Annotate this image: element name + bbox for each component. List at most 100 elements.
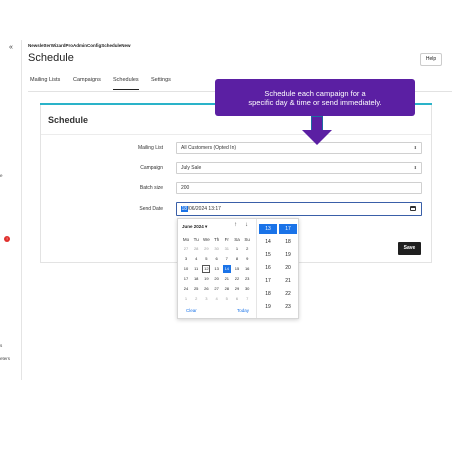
calendar-day[interactable]: 30	[213, 245, 221, 253]
breadcrumb: NewsletterWizardProAdminConfigScheduleNe…	[28, 43, 131, 48]
weekday-header: Fr	[224, 237, 229, 242]
campaign-select[interactable]: July Sale ⬍	[176, 162, 422, 174]
batch-size-input[interactable]: 200	[176, 182, 422, 194]
section-title: Schedule	[48, 115, 89, 125]
minute-option[interactable]: 20	[279, 263, 297, 273]
calendar-day[interactable]: 27	[182, 245, 190, 253]
hour-option[interactable]: 14	[259, 237, 277, 247]
send-date-input[interactable]: 18/06/2024 13:17	[176, 202, 422, 216]
calendar-day[interactable]: 24	[182, 285, 190, 293]
calendar-day[interactable]: 10	[182, 265, 190, 273]
calendar-day[interactable]: 25	[192, 285, 200, 293]
weekday-header: Su	[244, 237, 250, 242]
send-date-rest: /06/2024 13:17	[187, 206, 221, 212]
calendar-day[interactable]: 1	[182, 295, 190, 303]
calendar-day[interactable]: 12	[202, 265, 211, 273]
calendar-day[interactable]: 6	[213, 255, 221, 263]
help-button[interactable]: Help	[420, 53, 442, 66]
calendar-day[interactable]: 18	[192, 275, 200, 283]
calendar-day[interactable]: 17	[182, 275, 190, 283]
tab-settings[interactable]: Settings	[151, 77, 171, 89]
minute-option[interactable]: 22	[279, 289, 297, 299]
calendar-day[interactable]: 27	[213, 285, 221, 293]
save-button[interactable]: Save	[398, 242, 421, 255]
arrow-down-icon	[311, 116, 323, 130]
today-link[interactable]: Today	[237, 308, 249, 313]
minute-option[interactable]: 21	[279, 276, 297, 286]
arrow-down-icon-head	[302, 130, 332, 145]
calendar-day[interactable]: 2	[243, 245, 251, 253]
calendar-day[interactable]: 29	[233, 285, 241, 293]
minute-option[interactable]: 23	[279, 302, 297, 312]
calendar-day[interactable]: 7	[243, 295, 251, 303]
minute-option[interactable]: 18	[279, 237, 297, 247]
calendar-day[interactable]: 21	[223, 275, 231, 283]
chevrons-left-icon[interactable]: «	[9, 44, 13, 51]
hour-option[interactable]: 19	[259, 302, 277, 312]
hour-option[interactable]: 15	[259, 250, 277, 260]
hour-option[interactable]: 17	[259, 276, 277, 286]
calendar-day[interactable]: 1	[233, 245, 241, 253]
hour-option[interactable]: 18	[259, 289, 277, 299]
calendar-day[interactable]: 8	[233, 255, 241, 263]
calendar-day[interactable]: 30	[243, 285, 251, 293]
calendar-day[interactable]: 5	[202, 255, 210, 263]
weekday-header: We	[203, 237, 210, 242]
calendar-day[interactable]: 6	[233, 295, 241, 303]
arrow-up-icon[interactable]: ↑	[234, 222, 237, 228]
weekday-header: Tu	[193, 237, 199, 242]
mailing-list-value: All Customers (Opted In)	[181, 145, 237, 151]
sidebar-item-fragment[interactable]: eters	[0, 356, 10, 361]
calendar-day[interactable]: 29	[202, 245, 210, 253]
month-year-select[interactable]: June 2024 ▾	[182, 224, 207, 230]
clear-link[interactable]: Clear	[186, 308, 197, 313]
calendar-day[interactable]: 7	[223, 255, 231, 263]
calendar-day[interactable]: 15	[233, 265, 241, 273]
tab-mailing-lists[interactable]: Mailing Lists	[30, 77, 60, 89]
calendar-day[interactable]: 22	[233, 275, 241, 283]
send-date-label: Send Date	[139, 206, 163, 212]
calendar-day[interactable]: 2	[192, 295, 200, 303]
hour-option[interactable]: 16	[259, 263, 277, 273]
calendar-day[interactable]: 19	[202, 275, 210, 283]
calendar-day[interactable]: 3	[182, 255, 190, 263]
mailing-list-label: Mailing List	[137, 145, 163, 151]
batch-size-value: 200	[181, 185, 190, 191]
calendar-day[interactable]: 20	[213, 275, 221, 283]
calendar-day[interactable]: 11	[192, 265, 200, 273]
calendar-day[interactable]: 28	[192, 245, 200, 253]
tooltip-callout: Schedule each campaign for a specific da…	[215, 79, 415, 116]
calendar-day[interactable]: 28	[223, 285, 231, 293]
calendar-day[interactable]: 23	[243, 275, 251, 283]
weekday-header: Th	[213, 237, 220, 242]
minute-option[interactable]: 19	[279, 250, 297, 260]
sidebar-item-fragment[interactable]: s	[0, 343, 2, 348]
calendar-day[interactable]: 5	[223, 295, 231, 303]
arrow-down-icon[interactable]: ↓	[245, 222, 248, 228]
weekday-header: Mo	[182, 237, 190, 242]
campaign-label: Campaign	[140, 165, 163, 171]
sidebar	[0, 40, 22, 380]
weekday-header: Sa	[234, 237, 240, 242]
calendar-day[interactable]: 16	[243, 265, 251, 273]
calendar-day[interactable]: 31	[223, 245, 231, 253]
callout-line-2: specific day & time or send immediately.	[248, 98, 382, 107]
tab-schedules[interactable]: Schedules	[113, 77, 139, 90]
calendar-day[interactable]: 3	[202, 295, 210, 303]
chevron-updown-icon: ⬍	[413, 145, 417, 150]
calendar-day[interactable]: 13	[213, 265, 221, 273]
mailing-list-select[interactable]: All Customers (Opted In) ⬍	[176, 142, 422, 154]
calendar-day[interactable]: 26	[202, 285, 210, 293]
calendar-day[interactable]: 9	[243, 255, 251, 263]
calendar-day[interactable]: 14	[222, 265, 231, 273]
calendar-day[interactable]: 4	[192, 255, 200, 263]
calendar-icon[interactable]	[410, 206, 416, 211]
calendar-day[interactable]: 4	[213, 295, 221, 303]
hour-option[interactable]: 13	[259, 224, 277, 234]
page-title: Schedule	[28, 52, 74, 64]
batch-size-label: Batch size	[139, 185, 163, 191]
sidebar-item-fragment[interactable]: e	[0, 173, 3, 178]
datetime-picker-popup: June 2024 ▾ ↑ ↓ Clear Today Mo Tu We Th Fr Sa…	[177, 218, 299, 319]
minute-option[interactable]: 17	[279, 224, 297, 234]
tab-campaigns[interactable]: Campaigns	[73, 77, 101, 89]
